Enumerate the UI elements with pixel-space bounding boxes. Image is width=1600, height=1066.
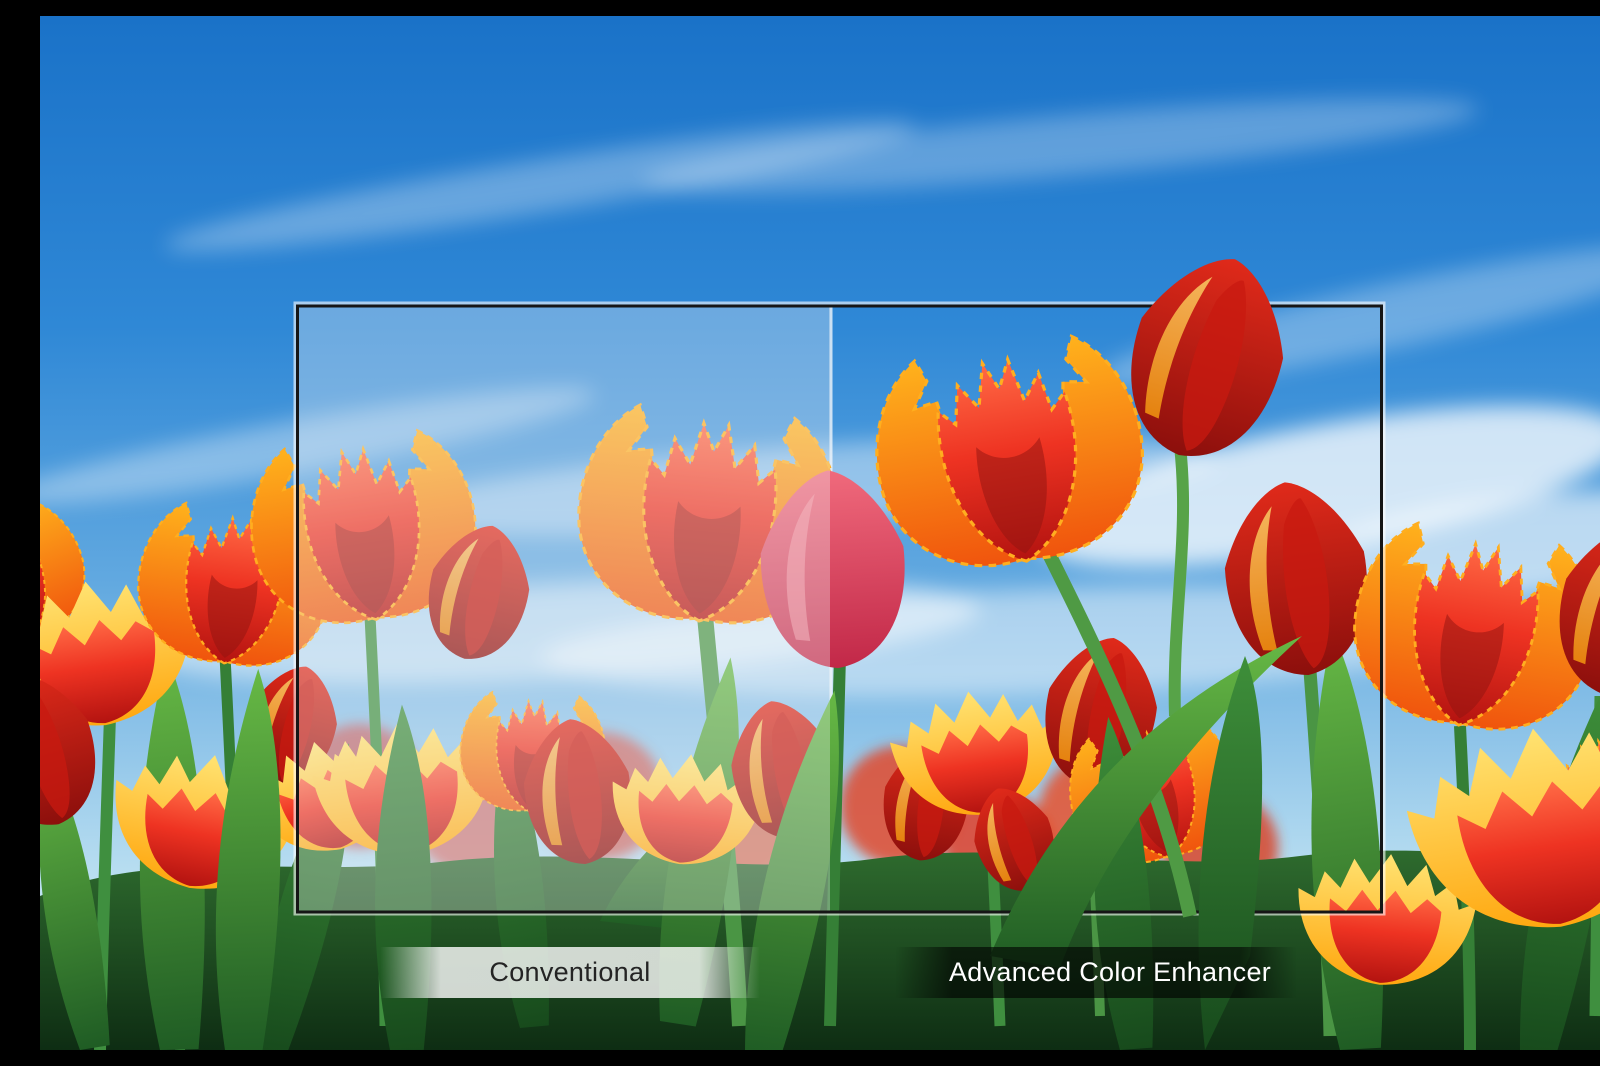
conventional-label: Conventional: [489, 959, 650, 986]
advanced-color-enhancer-label: Advanced Color Enhancer: [949, 959, 1271, 986]
conventional-label-band: Conventional: [380, 947, 760, 998]
advanced-color-enhancer-label-band: Advanced Color Enhancer: [896, 947, 1296, 998]
tulip-field-photo: [40, 16, 1600, 1050]
picture-quality-comparison-image: Conventional Advanced Color Enhancer: [40, 16, 1600, 1050]
conventional-wash-overlay: [298, 307, 830, 911]
